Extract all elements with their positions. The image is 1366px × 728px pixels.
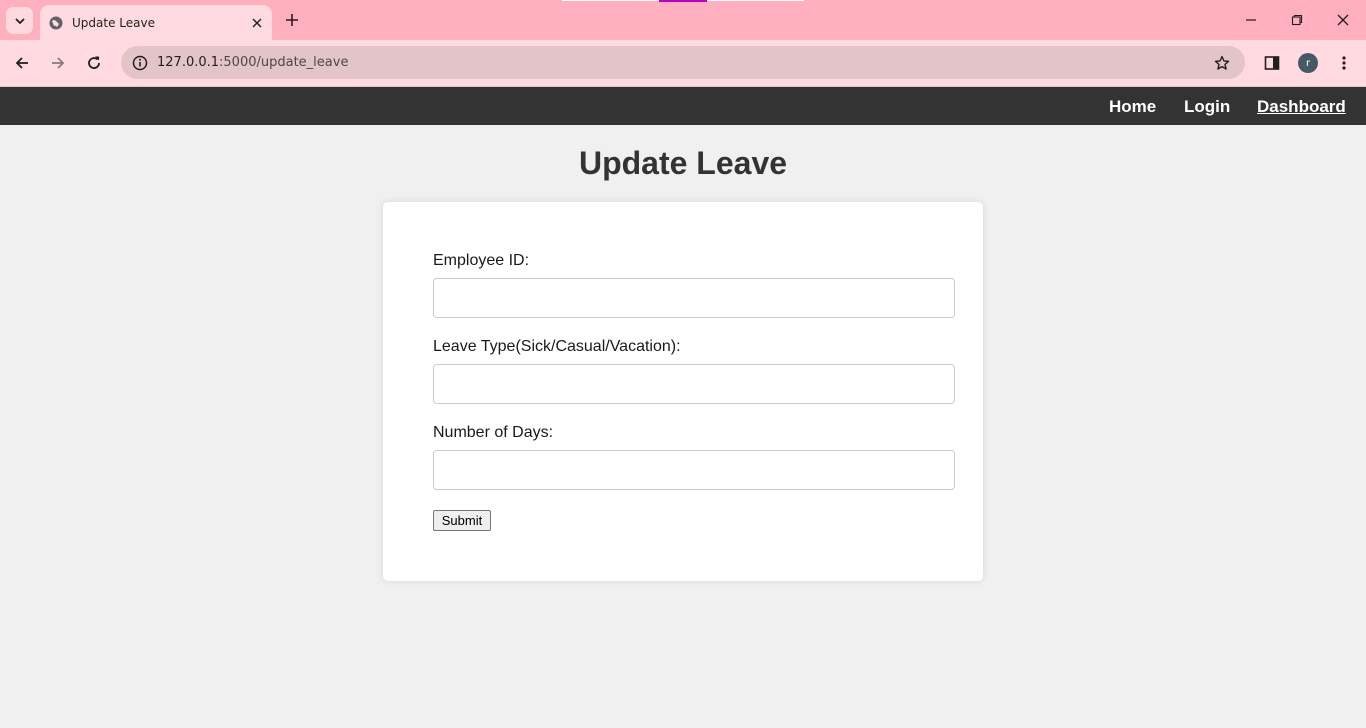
back-arrow-icon [15,57,28,69]
browser-menu-button[interactable] [1332,51,1356,75]
back-button[interactable] [8,49,36,77]
bookmark-button[interactable] [1211,52,1233,74]
site-info-button[interactable] [129,52,151,74]
side-panel-button[interactable] [1260,51,1284,75]
number-of-days-label: Number of Days: [433,424,554,441]
leave-type-input[interactable] [433,364,955,404]
minimize-icon [1246,19,1256,21]
url-host: 127.0.0.1 [157,55,220,70]
restore-icon [1291,14,1303,26]
kebab-menu-icon [1342,56,1346,70]
url-text: 127.0.0.1:5000/update_leave [157,55,348,70]
tabstrip-accent [707,0,804,1]
tab-title: Update Leave [72,15,155,30]
leave-type-label: Leave Type(Sick/Casual/Vacation): [433,338,681,355]
new-tab-button[interactable] [280,8,304,32]
side-panel-icon [1264,56,1280,70]
browser-toolbar: 127.0.0.1:5000/update_leave [0,40,1366,86]
site-navbar: Home Login Dashboard [0,87,1366,125]
page-title: Update Leave [578,145,788,181]
window-close-icon [1337,14,1349,26]
tab-update-leave[interactable]: Update Leave [40,5,272,40]
minimize-button[interactable] [1228,4,1274,36]
number-of-days-input[interactable] [433,450,955,490]
info-icon [132,55,148,71]
update-leave-form: Employee ID: Leave Type(Sick/Casual/Vaca… [383,202,983,581]
forward-button[interactable] [44,49,72,77]
url-path: :5000/update_leave [219,55,349,70]
tab-search-icon [14,17,25,24]
nav-link-login[interactable]: Login [1184,97,1230,117]
plus-icon [286,14,298,26]
window-close-button[interactable] [1320,4,1366,36]
employee-id-label: Employee ID: [433,252,530,269]
profile-avatar[interactable]: r [1298,53,1318,73]
globe-icon [49,16,63,30]
tabstrip-accent [562,0,659,1]
tabstrip-accent [659,0,707,2]
close-icon [252,18,262,27]
restore-button[interactable] [1274,4,1320,36]
employee-id-input[interactable] [433,278,955,318]
tab-search-button[interactable] [6,7,33,34]
nav-link-dashboard[interactable]: Dashboard [1257,97,1346,117]
reload-button[interactable] [80,49,108,77]
nav-link-home[interactable]: Home [1109,97,1156,117]
forward-arrow-icon [52,57,65,69]
address-bar[interactable]: 127.0.0.1:5000/update_leave [121,46,1245,79]
reload-icon [88,56,100,69]
star-icon [1214,55,1230,70]
close-tab-button[interactable] [247,13,267,33]
submit-button[interactable]: Submit [433,510,491,531]
tab-strip: Update Leave [0,0,1366,40]
